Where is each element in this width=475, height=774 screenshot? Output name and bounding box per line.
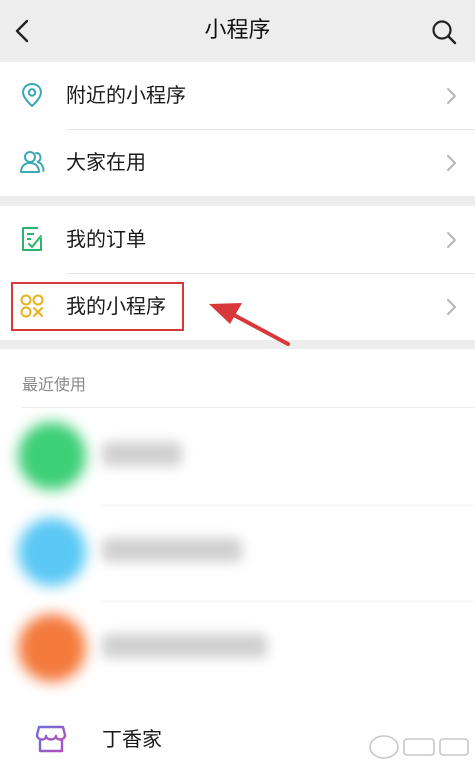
location-pin-icon bbox=[21, 82, 43, 108]
row-divider bbox=[102, 505, 475, 506]
order-list-icon bbox=[22, 227, 42, 251]
chevron-right-icon bbox=[447, 88, 456, 104]
menu-item-label: 我的订单 bbox=[66, 227, 146, 251]
blurred-label bbox=[102, 442, 182, 466]
blurred-label bbox=[102, 538, 242, 562]
menu-item-popular[interactable]: 大家在用 bbox=[0, 129, 475, 196]
menu-item-my-orders[interactable]: 我的订单 bbox=[0, 206, 475, 273]
menu-item-nearby-mini-programs[interactable]: 附近的小程序 bbox=[0, 62, 475, 129]
menu-item-label: 附近的小程序 bbox=[66, 83, 186, 107]
section-title: 最近使用 bbox=[22, 375, 87, 394]
navigation-bar: 小程序 bbox=[0, 0, 475, 62]
page-title: 小程序 bbox=[204, 18, 271, 43]
search-icon[interactable] bbox=[430, 18, 458, 46]
discover-menu-group: 附近的小程序 大家在用 bbox=[0, 62, 475, 196]
app-avatar bbox=[18, 614, 86, 682]
chevron-right-icon bbox=[447, 155, 456, 171]
chevron-right-icon bbox=[447, 232, 456, 248]
recent-item[interactable] bbox=[0, 508, 475, 604]
app-avatar bbox=[18, 518, 86, 586]
recent-item[interactable] bbox=[0, 412, 475, 508]
people-icon bbox=[20, 151, 45, 173]
recent-section: 最近使用 丁香家 bbox=[0, 349, 475, 774]
chevron-right-icon bbox=[447, 299, 456, 315]
recent-item[interactable] bbox=[0, 604, 475, 700]
section-divider bbox=[22, 407, 475, 408]
blurred-label bbox=[102, 634, 267, 658]
store-icon bbox=[35, 725, 67, 753]
recent-item-label: 丁香家 bbox=[102, 727, 162, 751]
watermark-logo-icon bbox=[369, 735, 469, 759]
row-divider bbox=[102, 601, 475, 602]
app-avatar bbox=[18, 422, 86, 490]
highlight-box bbox=[11, 282, 184, 331]
menu-item-label: 大家在用 bbox=[66, 150, 146, 174]
